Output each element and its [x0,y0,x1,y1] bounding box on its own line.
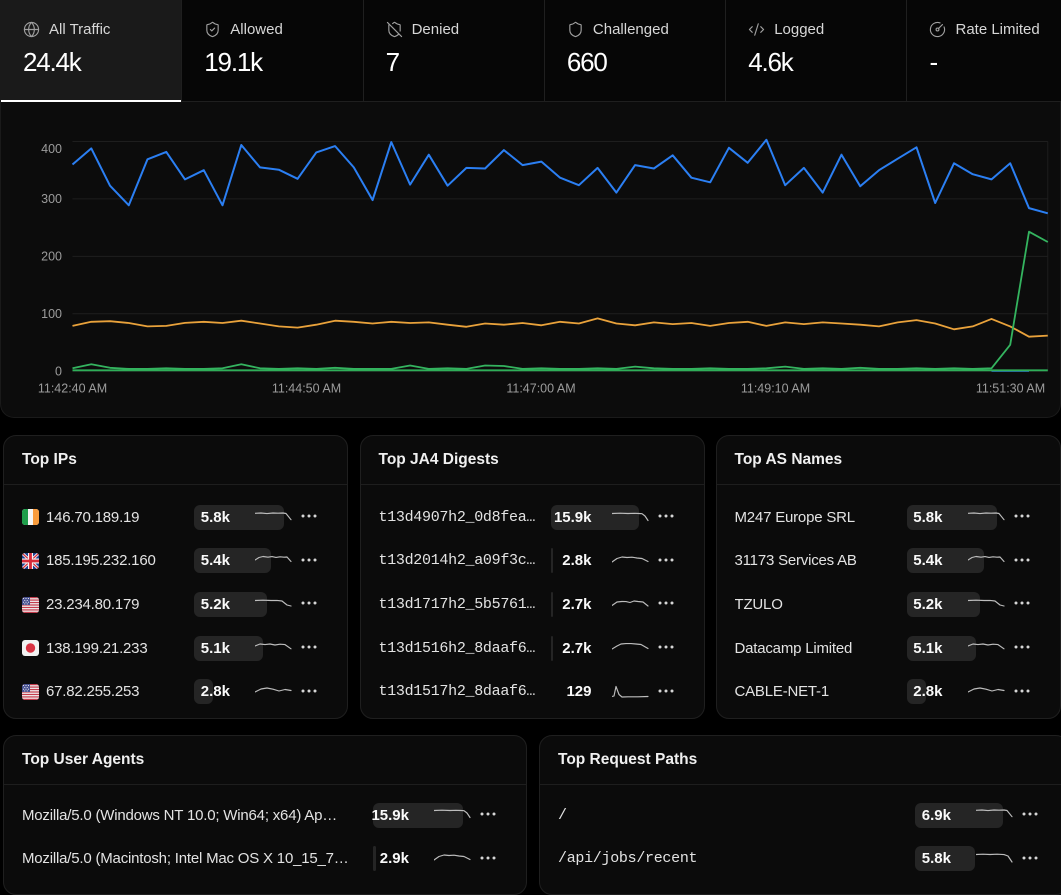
svg-text:0: 0 [55,365,62,379]
svg-text:11:51:30 AM: 11:51:30 AM [976,382,1045,396]
svg-text:400: 400 [41,142,62,156]
svg-text:100: 100 [41,307,62,321]
svg-text:11:42:40 AM: 11:42:40 AM [38,382,107,396]
svg-text:11:47:00 AM: 11:47:00 AM [506,382,575,396]
svg-text:200: 200 [41,250,62,264]
svg-text:300: 300 [41,192,62,206]
svg-text:11:49:10 AM: 11:49:10 AM [741,382,810,396]
svg-text:11:44:50 AM: 11:44:50 AM [272,382,341,396]
